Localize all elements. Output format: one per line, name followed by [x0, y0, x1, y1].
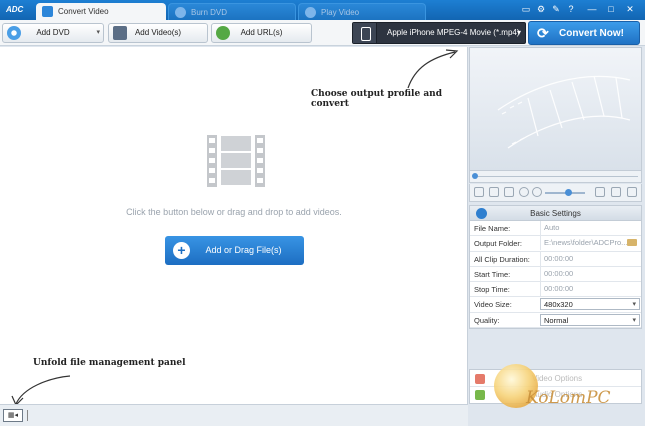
- setting-label: Quality:: [474, 315, 500, 325]
- play-icon[interactable]: [474, 187, 484, 197]
- copy-icon[interactable]: [595, 187, 605, 197]
- tab-label: Convert Video: [58, 7, 109, 16]
- file-drop-area[interactable]: Click the button below or drag and drop …: [0, 47, 468, 404]
- basic-settings-title: Basic Settings: [530, 209, 581, 218]
- snapshot-icon[interactable]: [504, 187, 514, 197]
- film-add-icon: [113, 26, 127, 40]
- start-time-field[interactable]: 00:00:00: [540, 266, 640, 281]
- unfold-panel-button[interactable]: ▦◂: [3, 409, 23, 422]
- settings-globe-icon: [476, 208, 487, 219]
- setting-video-size: Video Size: 480x320: [470, 297, 641, 313]
- add-videos-label: Add Video(s): [134, 28, 182, 37]
- divider: [27, 410, 28, 421]
- setting-label: Start Time:: [474, 269, 511, 279]
- stop-icon[interactable]: [489, 187, 499, 197]
- setting-label: Stop Time:: [474, 285, 510, 295]
- scissors-icon[interactable]: [611, 187, 621, 197]
- edit-icon[interactable]: ✎: [550, 4, 562, 15]
- close-button[interactable]: ✕: [624, 4, 636, 15]
- setting-label: File Name:: [474, 224, 511, 233]
- video-options-icon: [475, 374, 485, 384]
- setting-quality: Quality: Normal: [470, 313, 641, 329]
- play-icon: [305, 7, 316, 18]
- tab-play-video[interactable]: Play Video: [298, 3, 426, 20]
- add-dvd-label: Add DVD: [36, 28, 70, 37]
- video-size-select[interactable]: 480x320: [540, 298, 640, 311]
- app-logo: ADC: [6, 5, 24, 14]
- folder-icon[interactable]: [627, 239, 637, 247]
- plus-icon: +: [173, 242, 190, 259]
- output-folder-field[interactable]: E:\news\folder\ADCPro...: [540, 236, 640, 251]
- minimize-button[interactable]: —: [586, 4, 598, 15]
- quality-select[interactable]: Normal: [540, 313, 640, 326]
- status-bar: ▦◂: [0, 404, 468, 426]
- register-icon[interactable]: ▭: [520, 4, 532, 15]
- output-profile-select[interactable]: Apple iPhone MPEG-4 Movie (*.mp4) ▾: [352, 22, 526, 44]
- annotation-arrow-top: [407, 49, 459, 89]
- setting-label: Video Size:: [474, 300, 512, 310]
- seek-bar[interactable]: [469, 171, 642, 183]
- refresh-icon: ⟳: [537, 25, 549, 41]
- add-files-label: Add or Drag File(s): [205, 245, 282, 255]
- maximize-button[interactable]: □: [605, 4, 617, 15]
- tab-convert-video[interactable]: Convert Video: [36, 3, 166, 20]
- setting-label: All Clip Duration:: [474, 254, 530, 264]
- title-bar: ADC Convert Video Burn DVD Play Video ▭ …: [0, 0, 645, 20]
- setting-output-folder: Output Folder: E:\news\folder\ADCPro...: [470, 236, 641, 252]
- dvd-icon: [7, 26, 21, 40]
- convert-now-label: Convert Now!: [559, 28, 624, 39]
- volume-slider[interactable]: [545, 189, 585, 196]
- tab-label: Burn DVD: [191, 8, 228, 17]
- tab-label: Play Video: [321, 8, 360, 17]
- globe-add-icon: [216, 26, 230, 40]
- wrench-icon[interactable]: [627, 187, 637, 197]
- help-icon[interactable]: ?: [565, 4, 577, 15]
- chevron-down-icon[interactable]: ▾: [96, 24, 100, 42]
- duration-value: 00:00:00: [540, 251, 640, 266]
- disc-icon: [175, 7, 186, 18]
- seek-track: [478, 176, 638, 177]
- volume-knob[interactable]: [565, 189, 572, 196]
- audio-options-icon: [475, 390, 485, 400]
- add-urls-label: Add URL(s): [240, 28, 283, 37]
- playback-controls: [469, 184, 642, 202]
- convert-video-icon: [42, 6, 53, 17]
- volume-icon[interactable]: [532, 187, 542, 197]
- add-urls-button[interactable]: Add URL(s): [211, 23, 312, 43]
- setting-stop-time: Stop Time: 00:00:00: [470, 282, 641, 298]
- add-videos-button[interactable]: Add Video(s): [108, 23, 208, 43]
- film-reel-graphic: [497, 75, 631, 149]
- folder-icon[interactable]: [519, 187, 529, 197]
- setting-label: Output Folder:: [474, 239, 522, 249]
- tab-burn-dvd[interactable]: Burn DVD: [168, 3, 296, 20]
- film-strip-icon: [207, 135, 265, 187]
- basic-settings-panel: File Name: Auto Output Folder: E:\news\f…: [469, 221, 642, 330]
- watermark-text: KoLomPC: [526, 388, 611, 408]
- video-options-label: Video Options: [532, 374, 583, 383]
- file-name-field[interactable]: Auto: [540, 221, 640, 235]
- setting-start-time: Start Time: 00:00:00: [470, 266, 641, 283]
- stop-time-field[interactable]: 00:00:00: [540, 282, 640, 297]
- phone-icon: [353, 23, 377, 43]
- video-preview: [469, 47, 642, 171]
- setting-file-name: File Name: Auto: [470, 221, 641, 237]
- convert-now-button[interactable]: ⟳ Convert Now!: [528, 21, 640, 45]
- settings-icon[interactable]: ⚙: [535, 4, 547, 15]
- add-or-drag-files-button[interactable]: + Add or Drag File(s): [165, 236, 304, 265]
- annotation-unfold-panel: Unfold file management panel: [33, 358, 186, 368]
- drop-hint-text: Click the button below or drag and drop …: [126, 207, 342, 217]
- chevron-down-icon: ▾: [516, 28, 521, 37]
- setting-all-clip-duration: All Clip Duration: 00:00:00: [470, 251, 641, 267]
- basic-settings-header[interactable]: Basic Settings: [469, 205, 642, 221]
- add-dvd-button[interactable]: Add DVD ▾: [2, 23, 104, 43]
- profile-label: Apple iPhone MPEG-4 Movie (*.mp4): [387, 28, 520, 37]
